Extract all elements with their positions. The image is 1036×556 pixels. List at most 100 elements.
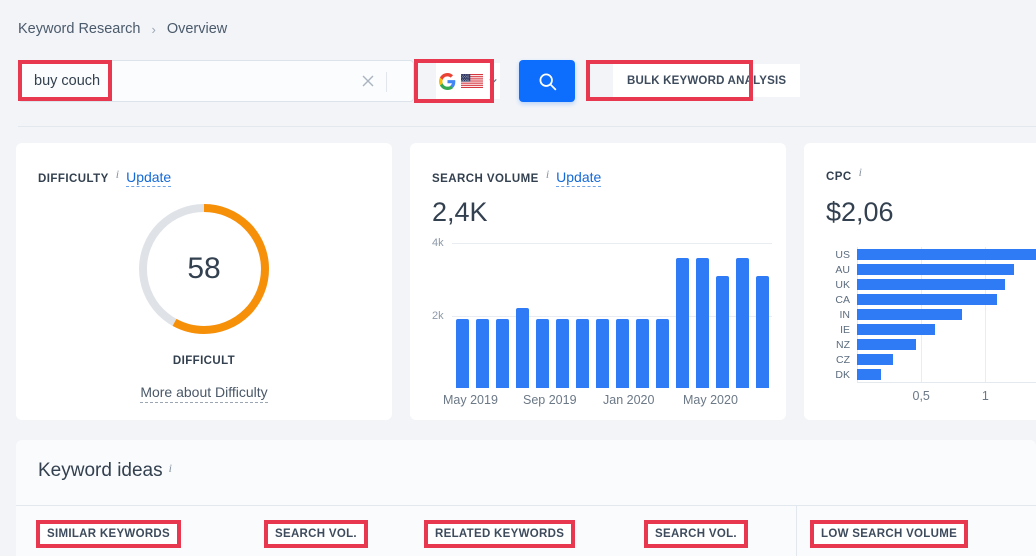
cpc-row[interactable]: IE [822,323,936,336]
bar[interactable] [655,319,669,388]
card-title: SEARCH VOLUME [432,173,539,185]
bar[interactable] [455,319,469,388]
card-title: CPC [826,171,852,183]
cpc-row[interactable]: UK [822,279,1005,291]
x-axis-tick-label: May 2019 [443,393,498,407]
country-code-label: IN [839,308,851,321]
x-axis-tick-label: 0,5 [912,389,930,403]
update-link[interactable]: Update [126,169,172,187]
cpc-card: CPC i $2,06 0,511USAUUKCAINIENZCZDK [804,143,1036,420]
cpc-row[interactable]: US [822,249,1036,261]
bar[interactable] [495,319,509,388]
difficulty-card: DIFFICULTY i Update 58 DIFFICULT More ab… [16,143,392,420]
y-axis-tick-label: 2k [432,309,444,322]
bar[interactable] [755,275,769,388]
bar[interactable] [857,354,893,365]
bar[interactable] [857,249,1036,260]
card-title: DIFFICULTY [38,173,109,185]
cpc-row[interactable]: CZ [822,354,893,366]
country-code-label: UK [835,278,850,291]
column-header[interactable]: LOW SEARCH VOLUME [814,524,965,544]
breadcrumb-current: Overview [166,21,228,37]
metrics-cards: DIFFICULTY i Update 58 DIFFICULT More ab… [16,143,1036,420]
x-axis-tick-label: Jan 2020 [603,393,655,407]
more-about-difficulty-label: More about Difficulty [140,384,268,403]
difficulty-card-header: DIFFICULTY i Update [38,167,172,187]
search-icon [539,73,556,90]
chevron-down-icon[interactable] [488,76,498,86]
difficulty-score: 58 [187,252,221,285]
bar[interactable] [857,369,882,380]
bar[interactable] [555,319,569,388]
x-axis-tick-label: May 2020 [683,393,738,407]
search-input-wrapper[interactable]: buy couch [18,60,414,102]
bar[interactable] [635,319,649,388]
keyword-ideas-panel: Keyword ideas i SIMILAR KEYWORDS SEARCH V… [16,440,1036,556]
vertical-divider [796,505,797,556]
more-about-difficulty-link[interactable]: More about Difficulty [16,384,392,403]
y-axis-tick-label: 4k [432,237,444,249]
search-volume-card-header: SEARCH VOLUME i Update [432,167,602,187]
difficulty-verdict: DIFFICULT [172,355,236,367]
divider [16,505,1036,506]
bar[interactable] [857,309,963,320]
cpc-row[interactable]: DK [822,368,882,381]
x-axis-tick-label: Sep 2019 [523,393,577,407]
gridline [452,243,772,244]
search-volume-chart: 2k 4k [432,237,772,388]
axis-line [857,382,1036,383]
info-icon[interactable]: i [859,165,862,180]
column-header[interactable]: SEARCH VOL. [268,524,364,544]
header-divider [18,126,1036,127]
keyword-ideas-title: Keyword ideas i [38,460,172,482]
search-button[interactable] [519,60,575,102]
cpc-value: $2,06 [826,197,894,227]
bar[interactable] [675,257,689,388]
bar[interactable] [715,275,729,388]
keyword-ideas-label: Keyword ideas [38,460,163,481]
bar[interactable] [615,319,629,388]
country-code-label: DK [835,368,850,381]
bar[interactable] [575,319,589,388]
country-code-label: AU [835,263,850,276]
bar[interactable] [857,264,1014,275]
bar[interactable] [475,319,489,388]
info-icon[interactable]: i [546,167,549,182]
search-input[interactable]: buy couch [19,73,100,89]
country-code-label: US [835,248,850,261]
bar[interactable] [515,308,529,388]
update-link[interactable]: Update [556,169,602,187]
breadcrumb-root[interactable]: Keyword Research [18,21,141,37]
column-header[interactable]: SIMILAR KEYWORDS [40,524,177,544]
bar[interactable] [857,279,1005,290]
bulk-keyword-analysis-button[interactable]: BULK KEYWORD ANALYSIS [613,64,801,97]
bar[interactable] [535,319,549,388]
info-icon[interactable]: i [116,167,119,182]
country-code-label: NZ [836,338,850,351]
chevron-right-icon: › [151,21,156,37]
cpc-row[interactable]: IN [822,308,963,321]
cpc-row[interactable]: AU [822,264,1014,276]
google-logo-icon [438,72,455,90]
cpc-row[interactable]: CA [822,294,997,306]
bar[interactable] [857,339,917,350]
bar[interactable] [857,324,936,335]
close-icon[interactable] [361,74,375,88]
divider [386,72,387,92]
cpc-row[interactable]: NZ [822,338,917,351]
bar[interactable] [857,294,997,305]
breadcrumb: Keyword Research › Overview [18,21,227,37]
info-icon[interactable]: i [169,461,172,476]
country-code-label: CZ [836,353,850,366]
column-header[interactable]: SEARCH VOL. [648,524,744,544]
search-volume-value: 2,4K [432,197,488,227]
column-header[interactable]: RELATED KEYWORDS [428,524,572,544]
locale-selector[interactable] [436,63,500,99]
us-flag-icon [460,74,483,88]
search-bar: buy couch BULK KEYWORD ANALYSIS [18,60,801,102]
country-code-label: IE [840,323,850,336]
bar[interactable] [595,319,609,388]
cpc-chart: 0,511USAUUKCAINIENZCZDK [822,247,1036,403]
bar[interactable] [735,257,749,388]
bar[interactable] [695,257,709,388]
